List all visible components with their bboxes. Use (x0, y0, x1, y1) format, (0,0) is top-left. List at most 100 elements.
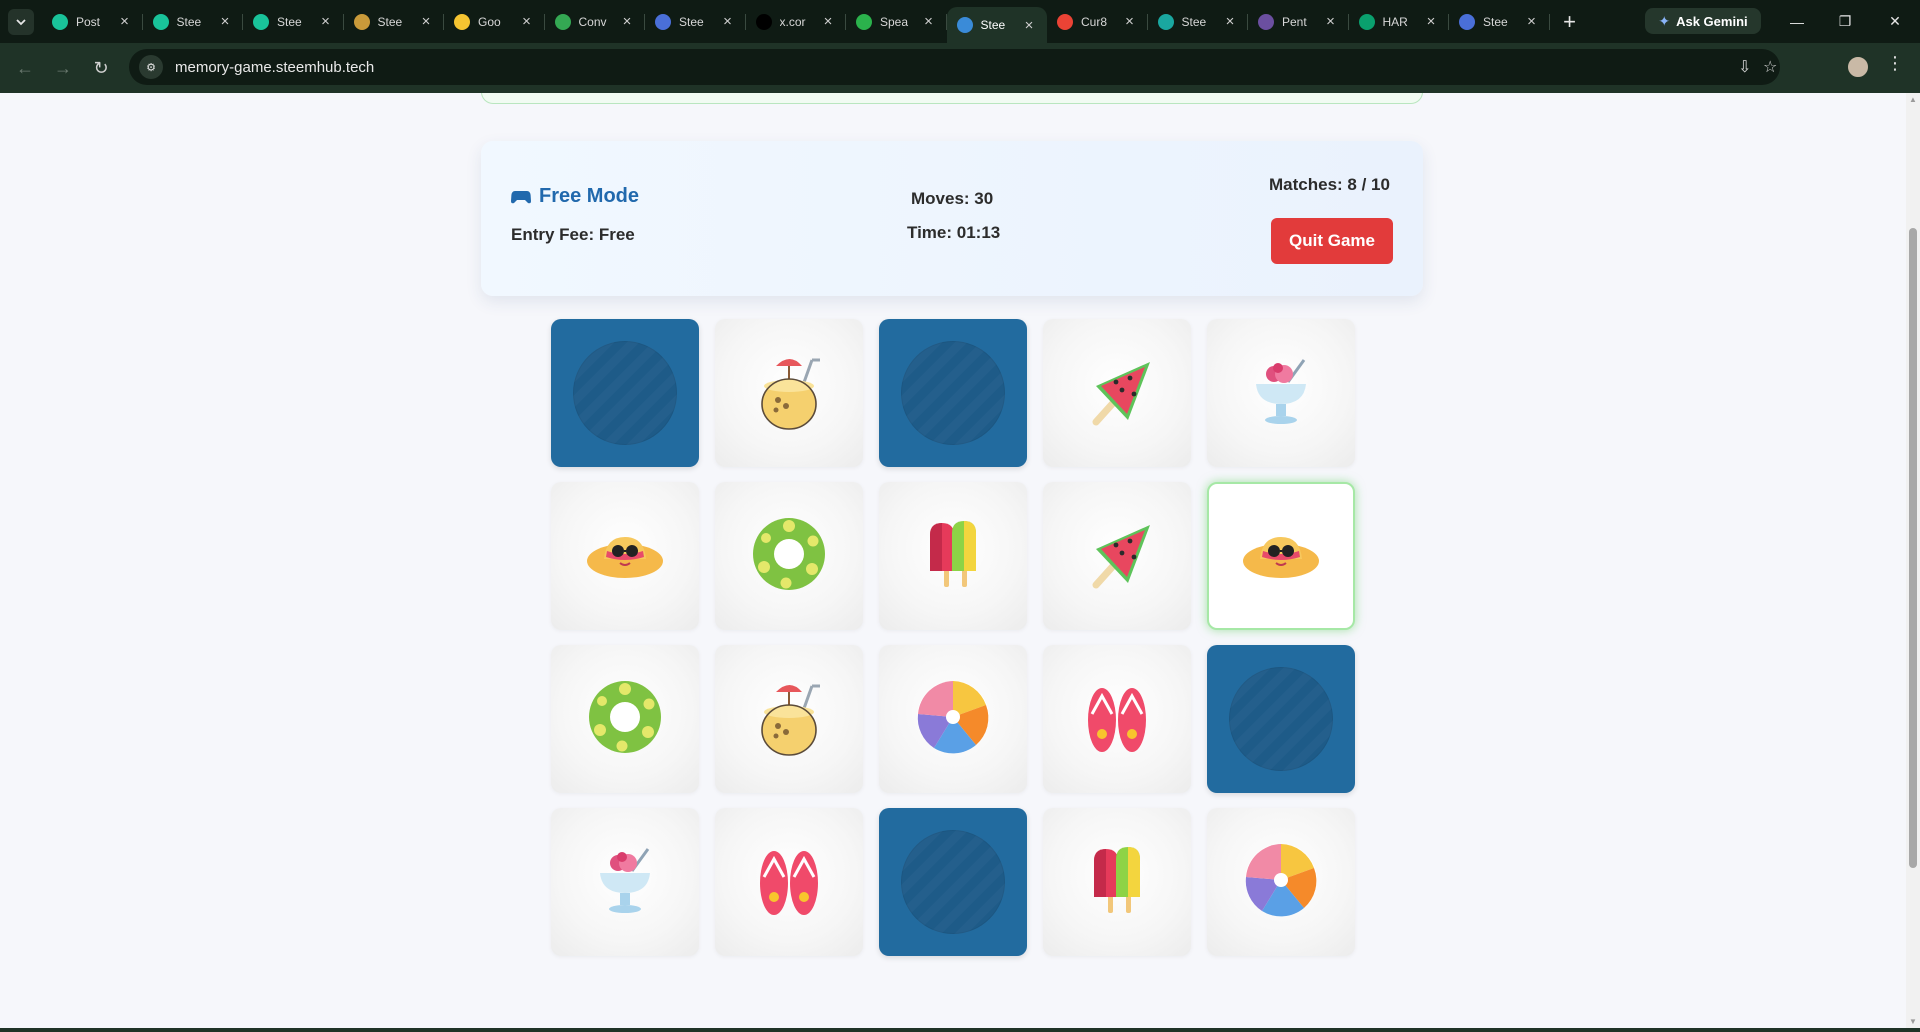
swim-ring-icon (746, 511, 832, 602)
scroll-up-arrow-icon[interactable]: ▲ (1908, 95, 1918, 104)
memory-board (551, 319, 1355, 956)
memory-card-hidden[interactable] (551, 319, 699, 467)
ask-gemini-button[interactable]: ✦ Ask Gemini (1645, 8, 1761, 34)
scroll-down-arrow-icon[interactable]: ▼ (1908, 1017, 1918, 1026)
matches-counter: Matches: 8 / 10 (1269, 175, 1390, 194)
memory-card-revealed[interactable] (879, 482, 1027, 630)
browser-tab[interactable]: Stee × (344, 0, 444, 43)
browser-tab[interactable]: x.cor × (746, 0, 846, 43)
card-back-pattern (1229, 667, 1333, 771)
browser-tab[interactable]: Pent × (1248, 0, 1349, 43)
tab-close-icon[interactable]: × (318, 13, 334, 30)
browser-tab[interactable]: Stee × (1148, 0, 1248, 43)
memory-card-revealed[interactable] (715, 482, 863, 630)
chevron-down-icon (16, 18, 26, 25)
tab-close-icon[interactable]: × (418, 13, 434, 30)
tab-close-icon[interactable]: × (1122, 13, 1138, 30)
tab-close-icon[interactable]: × (1423, 13, 1439, 30)
memory-card-revealed[interactable] (1207, 319, 1355, 467)
browser-tab[interactable]: HAR × (1349, 0, 1449, 43)
memory-card-hidden[interactable] (879, 808, 1027, 956)
game-info-panel: Free Mode Entry Fee: Free Moves: 30 Time… (481, 141, 1423, 296)
profile-avatar[interactable] (1846, 55, 1870, 79)
tab-close-icon[interactable]: × (619, 13, 635, 30)
install-app-icon[interactable]: ⇩ (1738, 57, 1751, 77)
steem-teal-icon (1157, 13, 1174, 30)
address-bar[interactable]: ⚙ memory-game.steemhub.tech ⇩ ☆ (129, 49, 1780, 85)
flip-flops-icon (1074, 674, 1160, 765)
browser-tab[interactable]: Cur8 × (1047, 0, 1148, 43)
browser-tab[interactable]: Post × (42, 0, 143, 43)
page-viewport: Free Mode Entry Fee: Free Moves: 30 Time… (0, 93, 1906, 1028)
memory-card-revealed[interactable] (1043, 808, 1191, 956)
memory-card-selected[interactable] (1207, 482, 1355, 630)
memory-card-revealed[interactable] (1043, 319, 1191, 467)
tab-close-icon[interactable]: × (1323, 13, 1339, 30)
tab-close-icon[interactable]: × (1524, 13, 1540, 30)
coconut-drink-icon (746, 348, 832, 439)
flip-flops-icon (746, 837, 832, 928)
browser-tab[interactable]: Spea × (846, 0, 947, 43)
browser-tab[interactable]: Stee × (946, 7, 1047, 43)
tab-title: Spea (880, 14, 909, 29)
tab-close-icon[interactable]: × (519, 13, 535, 30)
tab-close-icon[interactable]: × (1021, 17, 1037, 34)
new-tab-button[interactable]: + (1556, 8, 1584, 36)
memory-card-revealed[interactable] (879, 645, 1027, 793)
tabs: Post × Stee × Stee × Stee × Goo × Conv × Stee × x.cor ×… (42, 0, 1550, 43)
tab-close-icon[interactable]: × (1222, 13, 1238, 30)
memory-card-revealed[interactable] (715, 645, 863, 793)
tab-close-icon[interactable]: × (117, 13, 133, 30)
browser-tab[interactable]: Goo × (444, 0, 545, 43)
globe-icon (956, 17, 973, 33)
reload-button[interactable]: ↻ (82, 49, 120, 87)
memory-card-revealed[interactable] (715, 319, 863, 467)
avatar-icon (1258, 13, 1274, 30)
tab-close-icon[interactable]: × (217, 13, 233, 30)
memory-card-revealed[interactable] (551, 808, 699, 956)
scroll-thumb[interactable] (1909, 228, 1917, 868)
url-text[interactable]: memory-game.steemhub.tech (175, 59, 374, 76)
avatar-icon (353, 13, 370, 30)
memory-card-revealed[interactable] (1043, 645, 1191, 793)
tab-close-icon[interactable]: × (820, 13, 836, 30)
memory-card-hidden[interactable] (879, 319, 1027, 467)
tab-close-icon[interactable]: × (720, 13, 736, 30)
tab-title: Stee (176, 14, 202, 29)
x-icon (755, 13, 772, 30)
memory-card-revealed[interactable] (1043, 482, 1191, 630)
browser-tab[interactable]: Stee × (645, 0, 746, 43)
memory-card-hidden[interactable] (1207, 645, 1355, 793)
tab-strip: Post × Stee × Stee × Stee × Goo × Conv × Stee × x.cor ×… (0, 0, 1920, 43)
swim-ring-icon (582, 674, 668, 765)
steem-green-icon (253, 13, 269, 30)
tab-title: HAR (1382, 14, 1408, 29)
browser-tab[interactable]: Stee × (243, 0, 344, 43)
restore-button[interactable]: ❐ (1822, 0, 1868, 43)
memory-card-revealed[interactable] (551, 645, 699, 793)
browser-tab[interactable]: Conv × (545, 0, 645, 43)
coconut-drink-icon (746, 674, 832, 765)
scrollbar[interactable]: ▲ ▼ (1906, 93, 1920, 1028)
tab-title: Cur8 (1081, 14, 1108, 29)
site-info-icon[interactable]: ⚙ (139, 55, 163, 79)
browser-tab[interactable]: Stee × (143, 0, 243, 43)
quit-game-button[interactable]: Quit Game (1271, 218, 1393, 264)
minimize-button[interactable]: — (1774, 0, 1820, 43)
memory-card-revealed[interactable] (1207, 808, 1355, 956)
close-window-button[interactable]: ✕ (1872, 0, 1918, 43)
tab-title: Post (76, 14, 101, 29)
memory-card-revealed[interactable] (551, 482, 699, 630)
memory-card-revealed[interactable] (715, 808, 863, 956)
menu-kebab-icon[interactable]: ⋮ (1886, 53, 1904, 74)
back-button[interactable]: ← (6, 49, 44, 87)
beach-ball-icon (910, 674, 996, 765)
tab-title: Stee (277, 14, 302, 29)
bookmark-star-icon[interactable]: ☆ (1763, 57, 1777, 77)
tab-title: Stee (980, 18, 1006, 32)
tab-close-icon[interactable]: × (921, 13, 937, 30)
window-bottom-edge (0, 1028, 1920, 1032)
browser-tab[interactable]: Stee × (1449, 0, 1550, 43)
forward-button[interactable]: → (44, 49, 82, 87)
tab-search-button[interactable] (8, 8, 34, 35)
